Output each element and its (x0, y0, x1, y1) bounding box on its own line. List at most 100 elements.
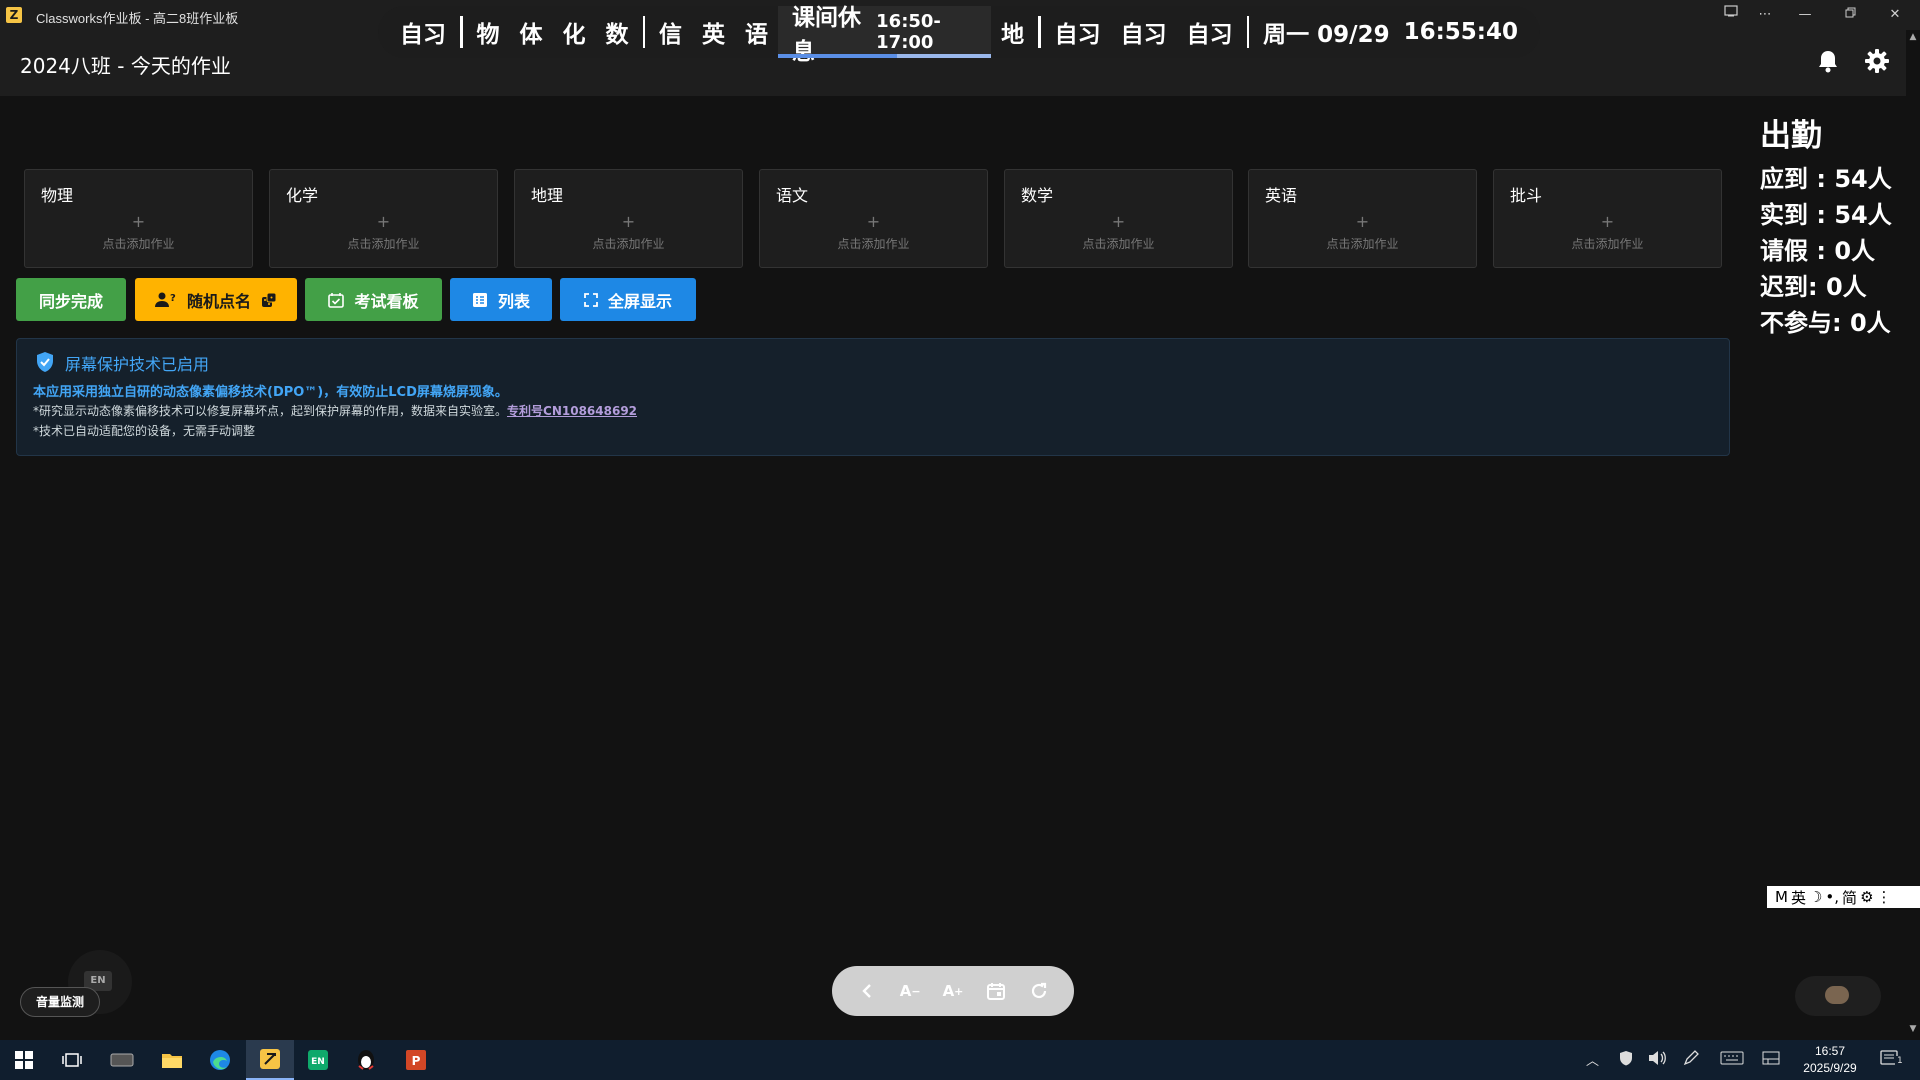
subject-card-chinese[interactable]: 语文 + 点击添加作业 (759, 169, 988, 268)
taskbar-date: 2025/9/29 (1803, 1061, 1857, 1075)
patent-link[interactable]: 专利号CN108648692 (507, 404, 637, 418)
taskbar-app-qq[interactable] (342, 1040, 390, 1080)
subject-title: 地理 (531, 186, 564, 205)
close-button[interactable]: ✕ (1875, 4, 1915, 26)
attendance-value: 54人 (1834, 201, 1892, 229)
exam-board-button[interactable]: 考试看板 (305, 278, 442, 321)
notification-center-icon[interactable]: 1 (1880, 1050, 1910, 1070)
ime-toolbar[interactable]: M 英 ☽ •, 简 ⚙ ⋮ (1767, 886, 1920, 908)
add-homework-hint: 点击添加作业 (102, 237, 175, 251)
floating-assistant-button[interactable] (1795, 976, 1881, 1016)
person-question-icon: ? (154, 292, 176, 307)
ime-settings-icon[interactable]: ⚙ (1860, 888, 1873, 906)
refresh-button[interactable] (1024, 976, 1054, 1006)
subject-title: 语文 (776, 186, 809, 205)
ime-mode-icon[interactable]: M (1775, 888, 1788, 906)
notice-research-note: *研究显示动态像素偏移技术可以修复屏幕坏点，起到保护屏幕的作用，数据来自实验室。… (33, 402, 637, 419)
volume-monitor-button[interactable]: 音量监测 (20, 987, 100, 1017)
subject-card-geography[interactable]: 地理 + 点击添加作业 (514, 169, 743, 268)
taskbar-clock[interactable]: 16:57 2025/9/29 (1790, 1043, 1870, 1077)
ime-language-toggle[interactable]: 英 (1791, 887, 1806, 908)
ime-simplified-toggle[interactable]: 简 (1842, 887, 1857, 908)
ime-punctuation-toggle[interactable]: •, (1825, 888, 1839, 906)
fullscreen-button[interactable]: 全屏显示 (560, 278, 696, 321)
schedule-slot: 英 (702, 22, 725, 48)
taskbar-app-en[interactable]: EN (294, 1040, 342, 1080)
screen-protection-notice: 屏幕保护技术已启用 本应用采用独立自研的动态像素偏移技术(DPO™)，有效防止L… (16, 338, 1730, 456)
ime-more-icon[interactable]: ⋮ (1877, 888, 1892, 906)
subject-card-chemistry[interactable]: 化学 + 点击添加作业 (269, 169, 498, 268)
sync-button-label: 同步完成 (38, 291, 103, 311)
sync-button[interactable]: 同步完成 (16, 278, 126, 321)
edge-icon (210, 1050, 230, 1070)
scroll-up-arrow[interactable]: ▲ (1906, 30, 1920, 44)
ime-moon-icon[interactable]: ☽ (1809, 888, 1822, 906)
exam-board-label: 考试看板 (354, 291, 419, 311)
schedule-divider (460, 16, 463, 48)
subject-title: 数学 (1021, 186, 1054, 205)
current-period: 课间休息 16:50-17:00 (778, 5, 992, 65)
add-icon: + (621, 212, 636, 231)
tray-volume-icon[interactable] (1648, 1050, 1666, 1070)
minus-icon: − (911, 984, 921, 998)
add-homework-hint: 点击添加作业 (1082, 237, 1155, 251)
previous-day-button[interactable] (852, 976, 882, 1006)
current-period-time: 16:50-17:00 (876, 11, 941, 53)
subject-card-math[interactable]: 数学 + 点击添加作业 (1004, 169, 1233, 268)
dice-icon (262, 292, 277, 307)
tray-pen-icon[interactable] (1683, 1050, 1699, 1070)
attendance-panel[interactable]: 出勤 应到 : 54人 实到 : 54人 请假 : 0人 迟到: 0人 不参与:… (1760, 110, 1892, 341)
minimize-button[interactable]: — (1785, 4, 1825, 26)
fullscreen-icon (584, 292, 598, 307)
taskbar-app-keyboard[interactable] (98, 1040, 146, 1080)
subject-card-pidou[interactable]: 批斗 + 点击添加作业 (1493, 169, 1722, 268)
taskbar-app-classworks[interactable] (246, 1040, 294, 1080)
taskbar-app-explorer[interactable] (148, 1040, 196, 1080)
add-homework-hint: 点击添加作业 (1326, 237, 1399, 251)
tray-security-icon[interactable] (1618, 1050, 1634, 1070)
random-call-button[interactable]: ? 随机点名 (135, 278, 297, 321)
tray-keyboard-icon[interactable] (1720, 1050, 1744, 1070)
restore-button[interactable] (1830, 4, 1870, 26)
add-icon: + (131, 212, 146, 231)
attendance-value: 0人 (1849, 309, 1891, 337)
add-icon: + (1111, 212, 1126, 231)
font-decrease-button[interactable]: A − (895, 976, 925, 1006)
task-view-button[interactable] (48, 1040, 96, 1080)
tray-overflow-icon[interactable]: ︿ (1586, 1050, 1599, 1070)
list-button[interactable]: 列表 (450, 278, 552, 321)
add-homework-hint: 点击添加作业 (347, 237, 420, 251)
taskbar-app-edge[interactable] (196, 1040, 244, 1080)
subject-card-english[interactable]: 英语 + 点击添加作业 (1248, 169, 1477, 268)
start-button[interactable] (0, 1040, 48, 1080)
svg-text:EN: EN (311, 1057, 325, 1067)
taskbar-app-powerpoint[interactable]: P (392, 1040, 440, 1080)
calendar-button[interactable] (981, 976, 1011, 1006)
attendance-expected: 应到 : 54人 (1760, 161, 1892, 197)
attendance-label: 不参与: (1760, 309, 1850, 337)
subject-title: 化学 (286, 186, 319, 205)
app-logo-icon: Z (6, 7, 22, 23)
font-increase-glyph: A (942, 982, 955, 1000)
more-options-icon[interactable]: ⋯ (1745, 4, 1785, 26)
add-icon: + (376, 212, 391, 231)
schedule-slot: 自习 (1120, 22, 1167, 48)
subject-title: 批斗 (1510, 186, 1543, 205)
scroll-down-arrow[interactable]: ▼ (1906, 1022, 1920, 1036)
attendance-value: 54人 (1834, 165, 1892, 193)
attendance-leave: 请假 : 0人 (1760, 233, 1892, 269)
calendar-icon (986, 983, 1005, 1000)
schedule-slot: 自习 (1054, 22, 1101, 48)
bell-icon[interactable] (1816, 48, 1844, 76)
gear-icon[interactable] (1864, 48, 1892, 76)
schedule-slot: 语 (745, 22, 768, 48)
svg-text:P: P (412, 1054, 421, 1068)
schedule-slot: 自习 (1186, 22, 1233, 48)
windows-taskbar: EN P ︿ 16:57 2025/9/29 1 (0, 1040, 1920, 1080)
add-icon: + (1600, 212, 1615, 231)
subject-card-physics[interactable]: 物理 + 点击添加作业 (24, 169, 253, 268)
schedule-slot: 自习 (400, 22, 446, 48)
schedule-bar: 自习 物 体 化 数 信 英 语 课间休息 16:50-17:00 地 自习 自… (378, 5, 1540, 65)
font-increase-button[interactable]: A + (938, 976, 968, 1006)
tray-input-icon[interactable] (1762, 1050, 1780, 1070)
